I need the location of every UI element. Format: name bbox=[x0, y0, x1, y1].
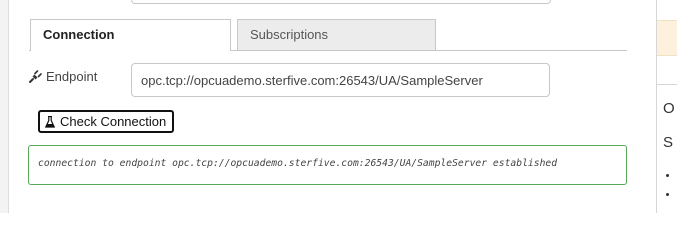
plug-icon bbox=[28, 69, 42, 84]
left-gutter bbox=[0, 0, 9, 213]
right-side-panel: O S bbox=[656, 0, 677, 213]
right-panel-highlight-strip bbox=[657, 20, 677, 56]
connection-status-message: connection to endpoint opc.tcp://opcuade… bbox=[38, 158, 558, 169]
flask-icon bbox=[44, 115, 56, 128]
tab-connection[interactable]: Connection bbox=[30, 19, 231, 51]
right-panel-text-s: S bbox=[663, 134, 674, 151]
right-panel-divider bbox=[657, 84, 677, 85]
endpoint-label: Endpoint bbox=[46, 69, 98, 84]
connection-status-box: connection to endpoint opc.tcp://opcuade… bbox=[28, 145, 627, 185]
endpoint-input[interactable] bbox=[131, 63, 550, 97]
upper-input-field-edge bbox=[131, 0, 551, 4]
check-connection-label: Check Connection bbox=[60, 114, 167, 129]
endpoint-label-group: Endpoint bbox=[28, 69, 97, 84]
right-panel-bullet bbox=[666, 193, 669, 196]
right-panel-bullet bbox=[666, 174, 669, 177]
right-panel-text-o: O bbox=[663, 100, 675, 117]
tab-subscriptions[interactable]: Subscriptions bbox=[237, 19, 436, 50]
check-connection-button[interactable]: Check Connection bbox=[38, 110, 175, 133]
